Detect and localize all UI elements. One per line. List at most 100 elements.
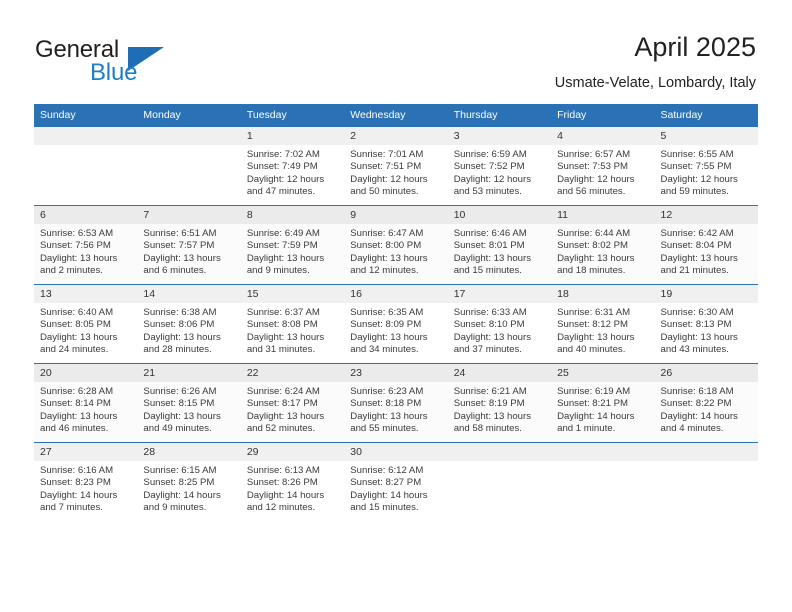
day-details: Sunrise: 7:02 AM Sunset: 7:49 PM Daylight:… xyxy=(241,145,344,198)
day-details: Sunrise: 6:18 AM Sunset: 8:22 PM Daylight:… xyxy=(655,382,758,435)
page-subtitle-location: Usmate-Velate, Lombardy, Italy xyxy=(554,75,756,91)
day-number: 14 xyxy=(137,285,241,303)
day-details: Sunrise: 7:01 AM Sunset: 7:51 PM Daylight:… xyxy=(344,145,447,198)
day-details: Sunrise: 6:40 AM Sunset: 8:05 PM Daylight:… xyxy=(34,303,137,356)
sunset-time: Sunset: 7:55 PM xyxy=(660,161,732,173)
sunrise-time: Sunrise: 6:51 AM xyxy=(143,228,217,239)
calendar-day-cell[interactable]: 25 Sunrise: 6:19 AM Sunset: 8:21 PM Dayligh… xyxy=(551,363,655,443)
sunrise-time: Sunrise: 6:59 AM xyxy=(453,149,527,160)
sunset-time: Sunset: 8:19 PM xyxy=(453,398,525,410)
calendar-day-cell[interactable]: 19 Sunrise: 6:30 AM Sunset: 8:13 PM Dayligh… xyxy=(654,284,758,364)
calendar-day-cell[interactable]: 26 Sunrise: 6:18 AM Sunset: 8:22 PM Dayligh… xyxy=(654,363,758,443)
daylight-duration-line2: and 50 minutes. xyxy=(350,185,419,197)
daylight-duration-line2: and 15 minutes. xyxy=(350,501,419,513)
daylight-duration-line1: Daylight: 13 hours xyxy=(143,252,221,264)
day-cell-inner: 5 Sunrise: 6:55 AM Sunset: 7:55 PM Daylight… xyxy=(654,127,758,205)
day-cell-inner: 15 Sunrise: 6:37 AM Sunset: 8:08 PM Dayligh… xyxy=(240,285,345,363)
day-cell-inner: 23 Sunrise: 6:23 AM Sunset: 8:18 PM Dayligh… xyxy=(344,364,448,442)
calendar-day-cell[interactable]: 3 Sunrise: 6:59 AM Sunset: 7:52 PM Daylight… xyxy=(447,126,552,206)
day-cell-inner: 6 Sunrise: 6:53 AM Sunset: 7:56 PM Daylight… xyxy=(34,206,138,284)
calendar-day-cell[interactable]: 28 Sunrise: 6:15 AM Sunset: 8:25 PM Dayligh… xyxy=(137,442,241,521)
daylight-duration-line2: and 43 minutes. xyxy=(660,343,729,355)
daylight-duration-line1: Daylight: 13 hours xyxy=(350,331,428,343)
weekday-header-saturday: Saturday xyxy=(654,104,758,127)
sunset-time: Sunset: 8:12 PM xyxy=(557,319,629,331)
sunrise-time: Sunrise: 6:37 AM xyxy=(246,307,320,318)
daylight-duration-line1: Daylight: 14 hours xyxy=(660,410,738,422)
calendar-day-cell[interactable]: 5 Sunrise: 6:55 AM Sunset: 7:55 PM Daylight… xyxy=(654,126,758,206)
calendar-day-cell[interactable]: 13 Sunrise: 6:40 AM Sunset: 8:05 PM Dayligh… xyxy=(34,284,138,364)
calendar-day-cell[interactable]: 4 Sunrise: 6:57 AM Sunset: 7:53 PM Daylight… xyxy=(551,126,655,206)
day-details: Sunrise: 6:26 AM Sunset: 8:15 PM Daylight:… xyxy=(137,382,240,435)
day-cell-inner: 3 Sunrise: 6:59 AM Sunset: 7:52 PM Daylight… xyxy=(447,127,552,205)
day-details: Sunrise: 6:30 AM Sunset: 8:13 PM Daylight:… xyxy=(655,303,758,356)
calendar-day-cell[interactable]: 22 Sunrise: 6:24 AM Sunset: 8:17 PM Dayligh… xyxy=(240,363,345,443)
calendar-week-row: 1 Sunrise: 7:02 AM Sunset: 7:49 PM Daylight… xyxy=(34,126,758,206)
sunrise-time: Sunrise: 6:23 AM xyxy=(350,386,424,397)
sunrise-time: Sunrise: 6:55 AM xyxy=(660,149,734,160)
sunset-time: Sunset: 8:01 PM xyxy=(453,240,525,252)
sunrise-time: Sunrise: 6:44 AM xyxy=(557,228,631,239)
day-cell-inner: 7 Sunrise: 6:51 AM Sunset: 7:57 PM Daylight… xyxy=(137,206,241,284)
day-details xyxy=(448,461,551,465)
calendar-day-cell[interactable]: 24 Sunrise: 6:21 AM Sunset: 8:19 PM Dayligh… xyxy=(447,363,552,443)
day-number xyxy=(447,443,552,461)
daylight-duration-line2: and 6 minutes. xyxy=(143,264,207,276)
general-blue-logo[interactable]: General Blue xyxy=(35,36,215,86)
daylight-duration-line1: Daylight: 12 hours xyxy=(246,173,325,185)
calendar-day-cell[interactable]: 20 Sunrise: 6:28 AM Sunset: 8:14 PM Dayligh… xyxy=(34,363,138,443)
calendar-day-cell[interactable]: 23 Sunrise: 6:23 AM Sunset: 8:18 PM Dayligh… xyxy=(344,363,448,443)
sunrise-time: Sunrise: 6:40 AM xyxy=(40,307,114,318)
calendar-day-cell[interactable]: 8 Sunrise: 6:49 AM Sunset: 7:59 PM Daylight… xyxy=(240,205,345,285)
calendar-day-cell[interactable]: 12 Sunrise: 6:42 AM Sunset: 8:04 PM Dayligh… xyxy=(654,205,758,285)
calendar-day-cell[interactable]: 11 Sunrise: 6:44 AM Sunset: 8:02 PM Dayligh… xyxy=(551,205,655,285)
calendar-day-cell[interactable]: 18 Sunrise: 6:31 AM Sunset: 8:12 PM Dayligh… xyxy=(551,284,655,364)
day-details: Sunrise: 6:13 AM Sunset: 8:26 PM Daylight:… xyxy=(241,461,344,514)
day-details: Sunrise: 6:28 AM Sunset: 8:14 PM Daylight:… xyxy=(34,382,137,435)
calendar-day-cell[interactable]: 2 Sunrise: 7:01 AM Sunset: 7:51 PM Daylight… xyxy=(344,126,448,206)
calendar-day-cell[interactable]: 30 Sunrise: 6:12 AM Sunset: 8:27 PM Dayligh… xyxy=(344,442,448,521)
sunset-time: Sunset: 8:15 PM xyxy=(143,398,215,410)
calendar-header-row: Sunday Monday Tuesday Wednesday Thursday… xyxy=(34,104,758,127)
calendar-week-row: 6 Sunrise: 6:53 AM Sunset: 7:56 PM Daylight… xyxy=(34,205,758,285)
calendar-day-cell[interactable]: 27 Sunrise: 6:16 AM Sunset: 8:23 PM Dayligh… xyxy=(34,442,138,521)
title-block: April 2025 Usmate-Velate, Lombardy, Ital… xyxy=(555,30,756,94)
day-details: Sunrise: 6:55 AM Sunset: 7:55 PM Daylight:… xyxy=(655,145,758,198)
calendar-day-cell[interactable]: 1 Sunrise: 7:02 AM Sunset: 7:49 PM Daylight… xyxy=(240,126,345,206)
weekday-header-monday: Monday xyxy=(137,104,241,127)
daylight-duration-line2: and 53 minutes. xyxy=(453,185,522,197)
calendar-day-cell[interactable]: 29 Sunrise: 6:13 AM Sunset: 8:26 PM Dayligh… xyxy=(240,442,345,521)
daylight-duration-line2: and 47 minutes. xyxy=(246,185,316,197)
day-number: 29 xyxy=(240,443,345,461)
calendar-day-cell[interactable]: 7 Sunrise: 6:51 AM Sunset: 7:57 PM Daylight… xyxy=(137,205,241,285)
page-header: General Blue April 2025 Usmate-Velate, L… xyxy=(0,0,792,100)
day-cell-inner: 1 Sunrise: 7:02 AM Sunset: 7:49 PM Daylight… xyxy=(240,127,345,205)
sunset-time: Sunset: 8:05 PM xyxy=(40,319,111,331)
day-cell-inner xyxy=(551,443,655,521)
sunrise-time: Sunrise: 6:33 AM xyxy=(453,307,527,318)
calendar-day-cell[interactable]: 9 Sunrise: 6:47 AM Sunset: 8:00 PM Daylight… xyxy=(344,205,448,285)
daylight-duration-line2: and 9 minutes. xyxy=(246,264,310,276)
calendar-week-row: 27 Sunrise: 6:16 AM Sunset: 8:23 PM Dayligh… xyxy=(34,442,758,521)
sunset-time: Sunset: 7:51 PM xyxy=(350,161,422,173)
calendar-day-cell[interactable]: 21 Sunrise: 6:26 AM Sunset: 8:15 PM Dayligh… xyxy=(137,363,241,443)
day-details: Sunrise: 6:21 AM Sunset: 8:19 PM Daylight:… xyxy=(448,382,551,435)
sunset-time: Sunset: 8:22 PM xyxy=(660,398,732,410)
calendar-day-cell[interactable]: 14 Sunrise: 6:38 AM Sunset: 8:06 PM Dayligh… xyxy=(137,284,241,364)
calendar-day-cell[interactable]: 6 Sunrise: 6:53 AM Sunset: 7:56 PM Daylight… xyxy=(34,205,138,285)
day-number: 18 xyxy=(551,285,655,303)
calendar-day-cell[interactable]: 16 Sunrise: 6:35 AM Sunset: 8:09 PM Dayligh… xyxy=(344,284,448,364)
weekday-header-wednesday: Wednesday xyxy=(344,104,448,127)
calendar-day-cell[interactable]: 15 Sunrise: 6:37 AM Sunset: 8:08 PM Dayligh… xyxy=(240,284,345,364)
sunrise-time: Sunrise: 6:42 AM xyxy=(660,228,734,239)
daylight-duration-line1: Daylight: 13 hours xyxy=(660,331,738,343)
day-number: 7 xyxy=(137,206,241,224)
day-details: Sunrise: 6:44 AM Sunset: 8:02 PM Daylight:… xyxy=(551,224,654,277)
sunrise-time: Sunrise: 6:38 AM xyxy=(143,307,217,318)
daylight-duration-line2: and 2 minutes. xyxy=(40,264,103,276)
sunrise-time: Sunrise: 6:35 AM xyxy=(350,307,424,318)
sunrise-time: Sunrise: 6:47 AM xyxy=(350,228,424,239)
calendar-day-cell[interactable]: 17 Sunrise: 6:33 AM Sunset: 8:10 PM Dayligh… xyxy=(447,284,552,364)
day-cell-inner: 19 Sunrise: 6:30 AM Sunset: 8:13 PM Dayligh… xyxy=(654,285,758,363)
calendar-day-cell[interactable]: 10 Sunrise: 6:46 AM Sunset: 8:01 PM Dayligh… xyxy=(447,205,552,285)
